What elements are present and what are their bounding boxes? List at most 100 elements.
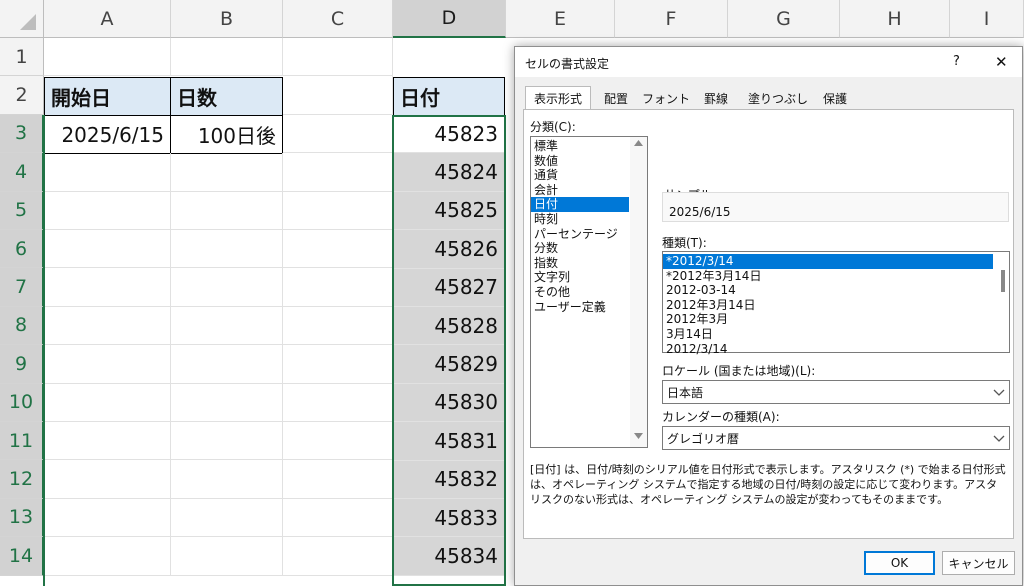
empty-cell[interactable]: [44, 498, 171, 538]
row-header[interactable]: 13: [0, 498, 44, 538]
category-scrollbar[interactable]: [630, 137, 647, 447]
empty-cell[interactable]: [283, 153, 393, 192]
row-header[interactable]: 2: [0, 76, 44, 115]
tab[interactable]: 罫線: [696, 87, 736, 109]
type-scrollbar[interactable]: [1001, 270, 1005, 292]
empty-cell[interactable]: [283, 38, 393, 77]
empty-cell[interactable]: [283, 230, 393, 269]
calendar-select[interactable]: グレゴリオ暦: [662, 426, 1010, 450]
column-header[interactable]: F: [615, 0, 728, 38]
empty-cell[interactable]: [44, 537, 171, 576]
empty-cell[interactable]: [283, 498, 393, 538]
empty-cell[interactable]: [171, 38, 283, 77]
category-item[interactable]: ユーザー定義: [531, 300, 629, 315]
empty-cell[interactable]: [44, 153, 171, 192]
column-header[interactable]: E: [506, 0, 615, 38]
column-header[interactable]: C: [283, 0, 393, 38]
type-item[interactable]: 3月14日: [663, 327, 993, 342]
row-header[interactable]: 4: [0, 153, 44, 192]
empty-cell[interactable]: [283, 537, 393, 576]
empty-cell[interactable]: [44, 383, 171, 422]
tab[interactable]: 配置: [595, 87, 637, 109]
column-header[interactable]: I: [950, 0, 1024, 38]
row-header[interactable]: 9: [0, 345, 44, 384]
category-list[interactable]: 標準 数値 通貨 会計 日付 時刻 パーセンテージ 分数 指数 文字列 その他 ユーザー定義: [530, 136, 648, 448]
tab[interactable]: 塗りつぶし: [745, 87, 811, 109]
locale-select[interactable]: 日本語: [662, 380, 1010, 404]
row-header[interactable]: 3: [0, 114, 44, 154]
type-item[interactable]: 2012-03-14: [663, 283, 993, 298]
category-item[interactable]: 日付: [531, 197, 629, 212]
cell-a3[interactable]: 2025/6/15: [44, 115, 171, 154]
cell-a2[interactable]: 開始日: [44, 77, 171, 116]
category-item[interactable]: 時刻: [531, 212, 629, 227]
close-icon[interactable]: ✕: [995, 53, 1008, 71]
category-item[interactable]: その他: [531, 285, 629, 300]
empty-cell[interactable]: [283, 383, 393, 422]
empty-cell[interactable]: [283, 114, 393, 154]
tab[interactable]: 保護: [815, 87, 855, 109]
empty-cell[interactable]: [171, 191, 283, 230]
cell-b2[interactable]: 日数: [170, 77, 283, 116]
tab[interactable]: フォント: [641, 87, 691, 109]
empty-cell[interactable]: [44, 230, 171, 269]
empty-cell[interactable]: [171, 498, 283, 538]
row-header[interactable]: 14: [0, 537, 44, 576]
row-header[interactable]: 8: [0, 306, 44, 346]
empty-cell[interactable]: [171, 153, 283, 192]
category-item[interactable]: パーセンテージ: [531, 227, 629, 242]
category-item[interactable]: 文字列: [531, 270, 629, 285]
empty-cell[interactable]: [171, 537, 283, 576]
empty-cell[interactable]: [44, 345, 171, 384]
empty-cell[interactable]: [171, 306, 283, 346]
category-item[interactable]: 分数: [531, 241, 629, 256]
column-header[interactable]: G: [728, 0, 840, 38]
column-header[interactable]: A: [44, 0, 171, 38]
type-list[interactable]: *2012/3/14 *2012年3月14日 2012-03-14 2012年3月14…: [662, 251, 1010, 356]
category-item[interactable]: 通貨: [531, 168, 629, 183]
row-header[interactable]: 1: [0, 38, 44, 77]
type-item[interactable]: 2012/3/14: [663, 342, 993, 357]
empty-cell[interactable]: [283, 268, 393, 307]
cell-d2[interactable]: 日付: [393, 77, 505, 116]
empty-cell[interactable]: [44, 460, 171, 499]
row-header[interactable]: 7: [0, 268, 44, 307]
empty-cell[interactable]: [171, 230, 283, 269]
empty-cell[interactable]: [283, 306, 393, 346]
category-item[interactable]: 数値: [531, 154, 629, 169]
category-item[interactable]: 会計: [531, 183, 629, 198]
row-header[interactable]: 12: [0, 460, 44, 499]
row-header[interactable]: 11: [0, 422, 44, 461]
empty-cell[interactable]: [44, 268, 171, 307]
row-header[interactable]: 6: [0, 230, 44, 269]
empty-cell[interactable]: [283, 422, 393, 461]
column-header[interactable]: H: [840, 0, 950, 38]
empty-cell[interactable]: [171, 460, 283, 499]
select-all-corner[interactable]: [0, 0, 44, 38]
empty-cell[interactable]: [171, 383, 283, 422]
column-header[interactable]: D: [393, 0, 506, 38]
type-item[interactable]: 2012年3月14日: [663, 298, 993, 313]
type-item[interactable]: 2012年3月: [663, 312, 993, 327]
empty-cell[interactable]: [171, 268, 283, 307]
empty-cell[interactable]: [44, 191, 171, 230]
type-item[interactable]: *2012/3/14: [663, 254, 993, 269]
empty-cell[interactable]: [44, 422, 171, 461]
category-item[interactable]: 指数: [531, 256, 629, 271]
empty-cell[interactable]: [283, 460, 393, 499]
empty-cell[interactable]: [44, 306, 171, 346]
empty-cell[interactable]: [44, 38, 171, 77]
type-item[interactable]: *2012年3月14日: [663, 269, 993, 284]
tab[interactable]: 表示形式: [525, 86, 591, 110]
help-icon[interactable]: ?: [953, 54, 960, 69]
category-item[interactable]: 標準: [531, 139, 629, 154]
empty-cell[interactable]: [283, 76, 393, 115]
empty-cell[interactable]: [283, 191, 393, 230]
ok-button[interactable]: OK: [864, 551, 935, 575]
empty-cell[interactable]: [171, 345, 283, 384]
column-header[interactable]: B: [171, 0, 283, 38]
row-header[interactable]: 5: [0, 191, 44, 230]
row-header[interactable]: 10: [0, 383, 44, 422]
empty-cell[interactable]: [171, 422, 283, 461]
empty-cell[interactable]: [283, 345, 393, 384]
